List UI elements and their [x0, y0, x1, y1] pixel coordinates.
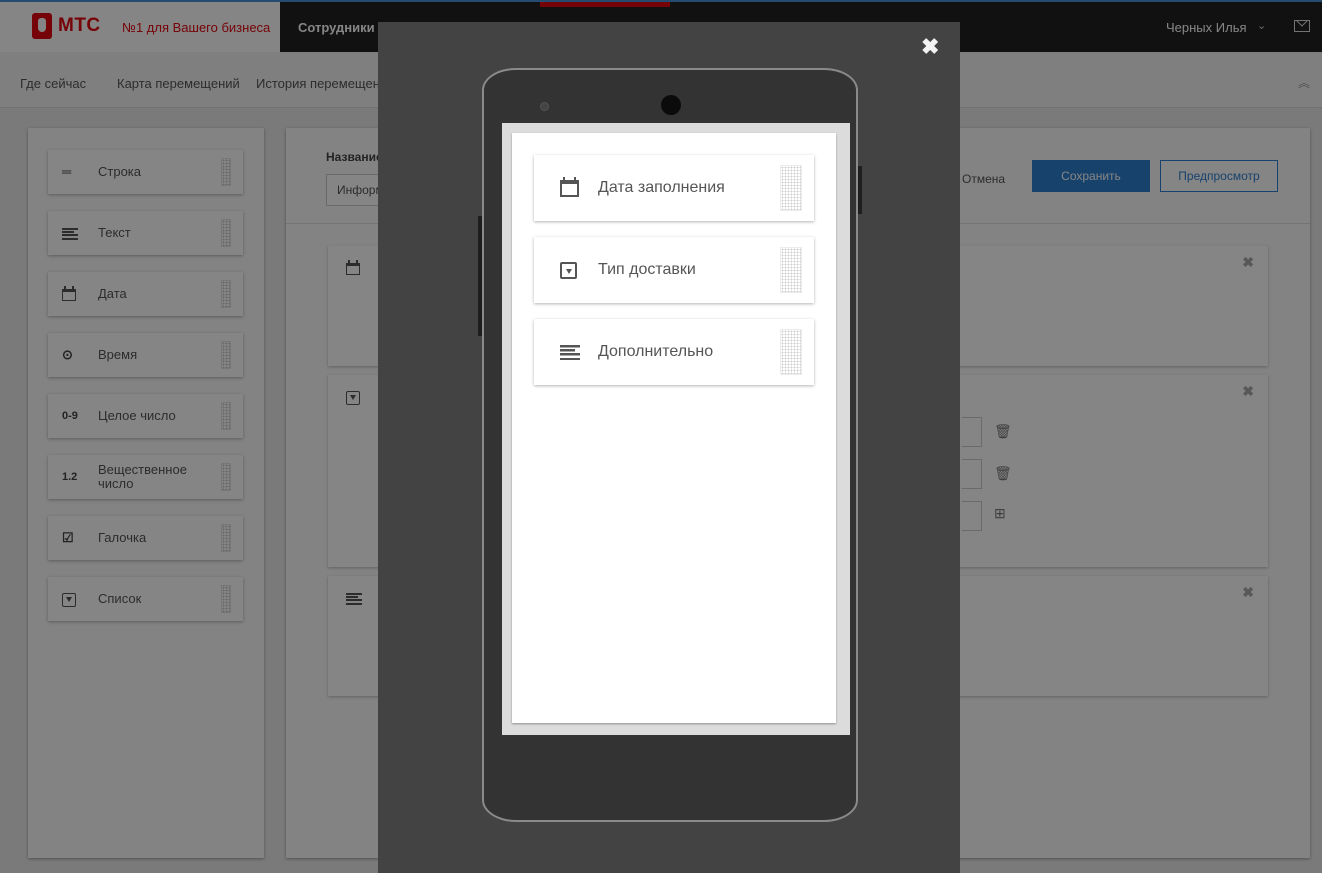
drag-handle-icon[interactable] [780, 329, 802, 375]
text-lines-icon [560, 319, 580, 385]
preview-modal: ✖ Дата заполнения Тип доставки Дополните… [378, 22, 960, 873]
preview-field-label: Тип доставки [598, 261, 696, 278]
drag-handle-icon[interactable] [780, 165, 802, 211]
dropdown-icon [560, 237, 577, 303]
preview-field-label: Дополнительно [598, 343, 714, 360]
preview-field-label: Дата заполнения [598, 179, 725, 196]
phone-frame: Дата заполнения Тип доставки Дополнитель… [478, 68, 862, 822]
phone-sensor [540, 102, 549, 111]
phone-screen-bezel: Дата заполнения Тип доставки Дополнитель… [502, 123, 850, 735]
phone-side-button [858, 166, 862, 214]
calendar-icon [560, 155, 579, 221]
preview-field-fill-date[interactable]: Дата заполнения [534, 155, 814, 221]
phone-side-button [478, 216, 482, 336]
phone-camera [661, 95, 681, 115]
close-icon[interactable]: ✖ [921, 34, 939, 60]
phone-screen: Дата заполнения Тип доставки Дополнитель… [512, 133, 836, 723]
drag-handle-icon[interactable] [780, 247, 802, 293]
preview-field-delivery-type[interactable]: Тип доставки [534, 237, 814, 303]
preview-field-additional[interactable]: Дополнительно [534, 319, 814, 385]
